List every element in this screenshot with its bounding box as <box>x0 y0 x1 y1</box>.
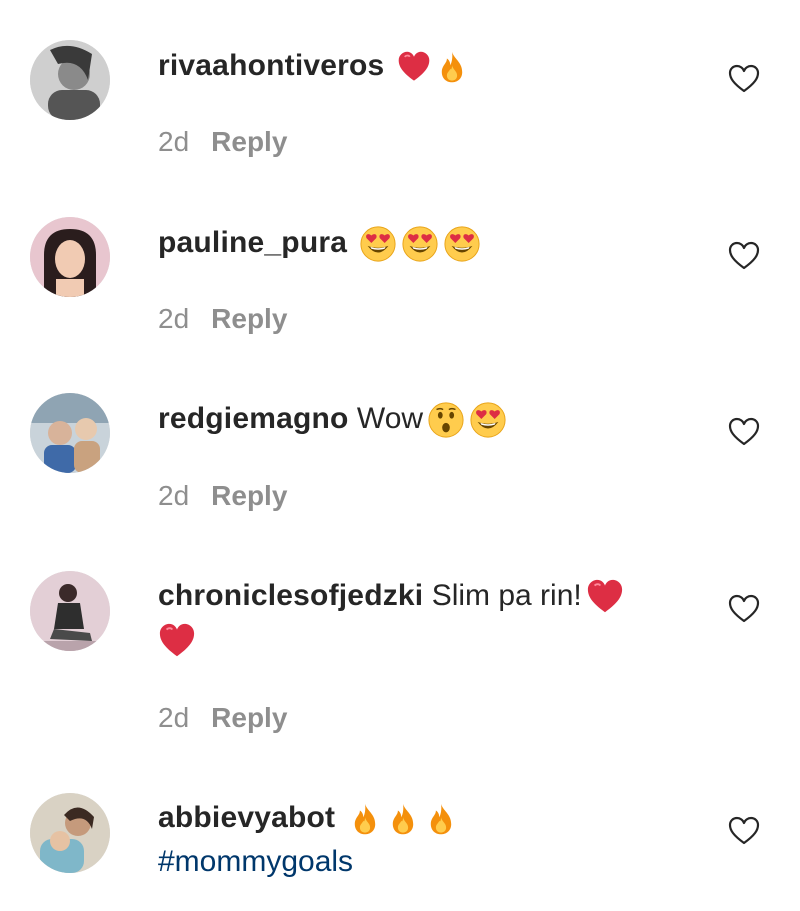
comment-time: 2d <box>158 303 190 334</box>
red-heart-icon <box>397 50 431 84</box>
fire-icon <box>435 50 469 84</box>
heart-eyes-icon <box>469 401 507 439</box>
avatar[interactable] <box>30 40 110 120</box>
comment-meta: 2d Reply <box>158 702 287 734</box>
heart-eyes-icon <box>359 225 397 263</box>
avatar[interactable] <box>30 571 110 651</box>
comment-text: Wow <box>356 402 424 435</box>
like-heart-icon[interactable] <box>727 239 761 273</box>
comment-time: 2d <box>158 480 190 511</box>
red-heart-icon <box>586 578 624 616</box>
hashtag-link[interactable]: #mommygoals <box>158 845 353 878</box>
red-heart-icon <box>158 622 196 660</box>
reply-button[interactable]: Reply <box>211 480 287 511</box>
avatar[interactable] <box>30 793 110 873</box>
comment-username[interactable]: redgiemagno <box>158 402 349 435</box>
comment-meta: 2d Reply <box>158 126 287 158</box>
like-heart-icon[interactable] <box>727 62 761 96</box>
comment-text: Slim pa rin! <box>431 579 582 612</box>
comment-time: 2d <box>158 702 190 733</box>
heart-eyes-icon <box>443 225 481 263</box>
avatar[interactable] <box>30 217 110 297</box>
fire-icon <box>348 802 382 836</box>
fire-icon <box>386 802 420 836</box>
like-heart-icon[interactable] <box>727 814 761 848</box>
astonished-face-icon <box>427 401 465 439</box>
comment-username[interactable]: rivaahontiveros <box>158 49 384 82</box>
fire-icon <box>424 802 458 836</box>
comment-username[interactable]: abbievyabot <box>158 801 335 834</box>
comment-meta: 2d Reply <box>158 303 287 335</box>
reply-button[interactable]: Reply <box>211 126 287 157</box>
comment-username[interactable]: pauline_pura <box>158 226 347 259</box>
heart-eyes-icon <box>401 225 439 263</box>
comment-meta: 2d Reply <box>158 480 287 512</box>
reply-button[interactable]: Reply <box>211 303 287 334</box>
avatar[interactable] <box>30 393 110 473</box>
like-heart-icon[interactable] <box>727 415 761 449</box>
comment-time: 2d <box>158 126 190 157</box>
like-heart-icon[interactable] <box>727 592 761 626</box>
comment-username[interactable]: chroniclesofjedzki <box>158 579 423 612</box>
reply-button[interactable]: Reply <box>211 702 287 733</box>
